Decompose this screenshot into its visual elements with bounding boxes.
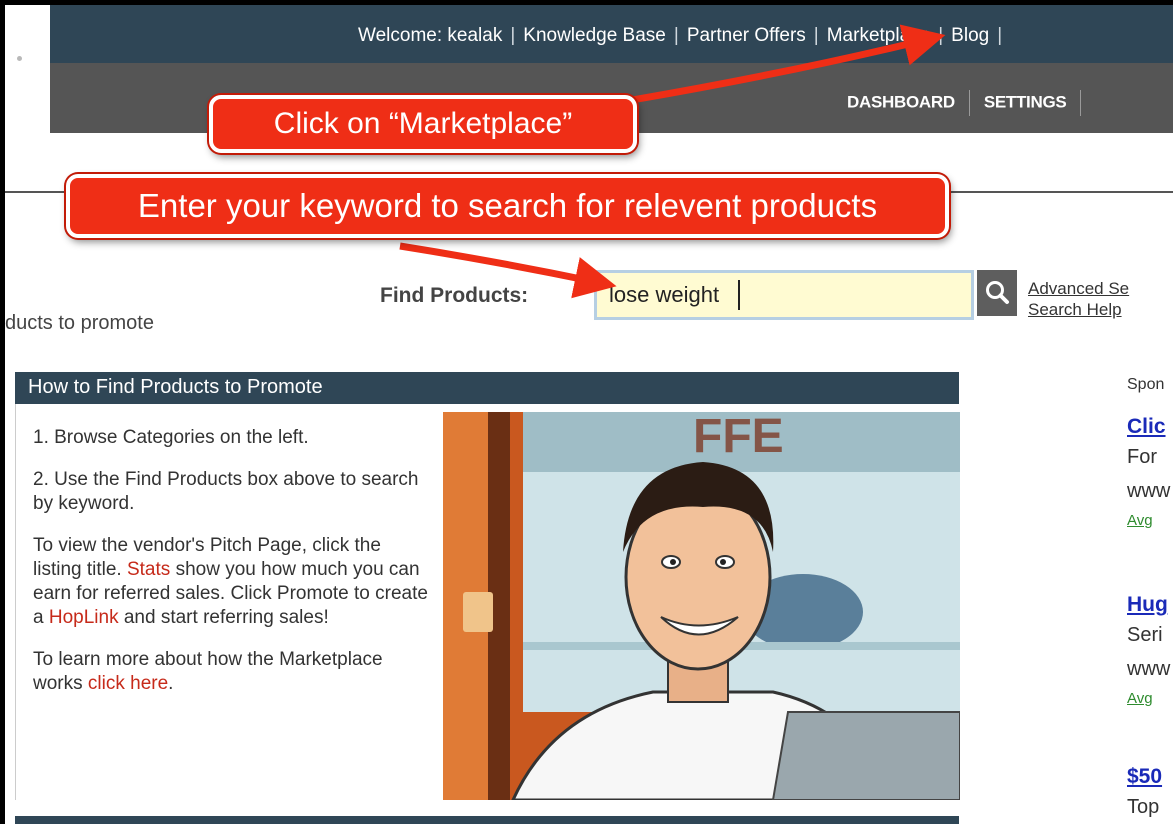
ad-title-link[interactable]: Hug [1127, 592, 1170, 618]
find-products-input[interactable] [594, 270, 974, 320]
ad-description: Top [1127, 796, 1160, 818]
top-nav-links: Welcome: kealak | Knowledge Base | Partner O… [358, 25, 1010, 47]
advanced-search-link[interactable]: Advanced Se [1028, 278, 1129, 299]
ad-description: Seri [1127, 624, 1163, 646]
sponsored-ad: Hug Seri www Avg [1127, 592, 1170, 712]
search-links: Advanced Se Search Help [1028, 278, 1129, 320]
howto-panel: 1. Browse Categories on the left. 2. Use… [15, 404, 960, 800]
ad-title-link[interactable]: Clic [1127, 414, 1170, 440]
next-panel-header [15, 816, 959, 824]
main-nav-links: DASHBOARD SETTINGS [847, 90, 1095, 116]
howto-learn-more: To learn more about how the Marketplace … [33, 648, 433, 696]
sponsored-ad: Clic For www Avg [1127, 414, 1170, 534]
ad-url: www [1127, 658, 1171, 680]
howto-pitch-paragraph: To view the vendor's Pitch Page, click t… [33, 534, 433, 630]
ad-description: For [1127, 446, 1157, 468]
nav-divider [1080, 90, 1082, 116]
top-nav-bar: Welcome: kealak | Knowledge Base | Partner O… [50, 5, 1173, 63]
search-icon [986, 281, 1009, 304]
ad-small-link[interactable]: Avg [1127, 508, 1170, 534]
ad-small-link[interactable]: Avg [1127, 686, 1170, 712]
text-caret [738, 280, 740, 310]
callout-click-marketplace: Click on “Marketplace” [209, 95, 637, 153]
illustration-man-at-laptop: FFE [443, 412, 960, 800]
nav-link-knowledge-base[interactable]: Knowledge Base [523, 25, 666, 46]
sponsored-label: Spon [1127, 376, 1165, 393]
nav-divider [968, 90, 970, 116]
hoplink-link[interactable]: HopLink [49, 607, 119, 628]
howto-panel-title: How to Find Products to Promote [15, 372, 959, 404]
page-subtitle: ducts to promote [5, 312, 154, 334]
sponsored-ad: $50 Top [1127, 764, 1162, 824]
search-help-link[interactable]: Search Help [1028, 299, 1129, 320]
decorative-dot [17, 56, 22, 61]
nav-separator: | [813, 25, 819, 46]
nav-link-partner-offers[interactable]: Partner Offers [687, 25, 806, 46]
howto-text: and start referring sales! [118, 607, 329, 628]
howto-step-1: 1. Browse Categories on the left. [33, 427, 309, 448]
ad-title-link[interactable]: $50 [1127, 764, 1162, 790]
search-button[interactable] [977, 270, 1017, 316]
howto-text: . [168, 673, 174, 694]
ad-url: www [1127, 480, 1171, 502]
find-products-label: Find Products: [380, 284, 529, 307]
nav-separator: | [510, 25, 516, 46]
callout-enter-keyword: Enter your keyword to search for releven… [66, 174, 949, 238]
stats-link[interactable]: Stats [127, 559, 170, 580]
nav-link-marketplace[interactable]: Marketplace [827, 25, 931, 46]
click-here-link[interactable]: click here [88, 673, 168, 694]
howto-text: To learn more about how the Marketplace … [33, 649, 383, 694]
svg-text:FFE: FFE [693, 412, 784, 463]
nav-tab-dashboard[interactable]: DASHBOARD [847, 92, 955, 111]
nav-tab-settings[interactable]: SETTINGS [984, 92, 1067, 111]
welcome-user: Welcome: kealak [358, 25, 503, 46]
nav-link-blog[interactable]: Blog [951, 25, 989, 46]
nav-separator: | [938, 25, 944, 46]
howto-step-2: 2. Use the Find Products box above to se… [33, 469, 419, 514]
howto-instructions: 1. Browse Categories on the left. 2. Use… [33, 426, 433, 714]
nav-separator: | [997, 25, 1003, 46]
nav-separator: | [673, 25, 679, 46]
